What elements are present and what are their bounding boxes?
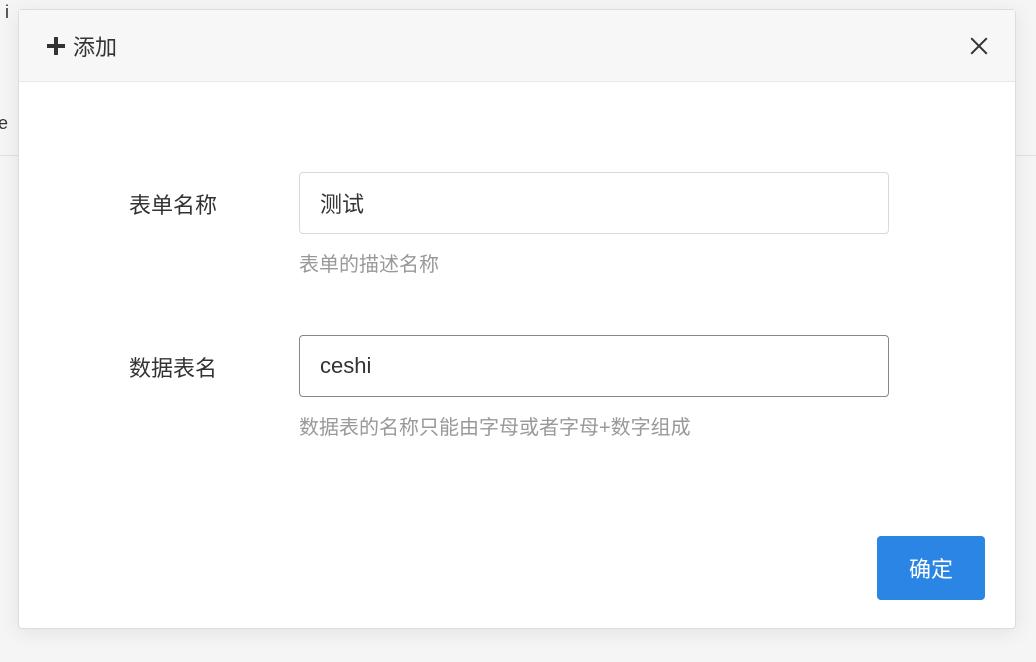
background-fragment-2: e [0,113,8,134]
modal-footer: 确定 [19,536,1015,628]
form-table-input[interactable] [299,335,889,397]
form-row-table: 数据表名 数据表的名称只能由字母或者字母+数字组成 [129,335,905,440]
form-table-help: 数据表的名称只能由字母或者字母+数字组成 [299,411,905,440]
confirm-button[interactable]: 确定 [877,536,985,600]
form-row-name: 表单名称 表单的描述名称 [129,172,905,277]
modal-body: 表单名称 表单的描述名称 数据表名 数据表的名称只能由字母或者字母+数字组成 [19,82,1015,536]
form-table-control: 数据表的名称只能由字母或者字母+数字组成 [299,335,905,440]
modal-title-text: 添加 [73,30,117,62]
plus-icon [47,37,65,55]
form-name-label: 表单名称 [129,172,299,220]
background-fragment-1: i [5,2,9,23]
form-name-input[interactable] [299,172,889,234]
form-name-help: 表单的描述名称 [299,248,905,277]
close-button[interactable] [965,32,993,60]
form-table-label: 数据表名 [129,335,299,383]
add-modal: 添加 表单名称 表单的描述名称 数据表名 数据表的名称只能由字母或者字母+数字组… [18,9,1016,629]
form-name-control: 表单的描述名称 [299,172,905,277]
modal-title: 添加 [47,30,117,62]
modal-header: 添加 [19,10,1015,82]
